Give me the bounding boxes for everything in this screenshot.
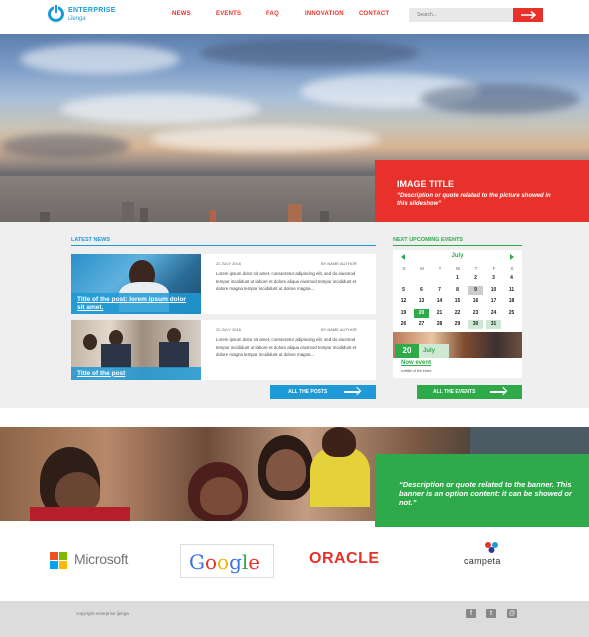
calendar-day[interactable]: 9	[468, 285, 483, 295]
weekday-label: T	[438, 266, 442, 271]
arrow-right-icon	[490, 391, 506, 393]
event-title[interactable]: Now event	[401, 360, 431, 366]
featured-event[interactable]: 20 July Now event subtitle of the event	[393, 332, 522, 378]
calendar-day[interactable]: 17	[486, 297, 501, 306]
post-title[interactable]: Title of the post	[71, 366, 201, 380]
weekday-label: S	[510, 266, 514, 271]
search-button[interactable]	[513, 8, 543, 22]
calendar-day[interactable]: 2	[468, 274, 483, 283]
microsoft-logo[interactable]: Microsoft	[74, 551, 128, 567]
calendar-day[interactable]: 29	[450, 320, 465, 329]
nav-contact[interactable]: CONTACT	[359, 11, 389, 17]
weekday-label: S	[402, 266, 406, 271]
banner-quote: “Description or quote related to the ban…	[399, 480, 572, 507]
calendar-day[interactable]: 5	[396, 286, 411, 295]
weekday-label: W	[455, 266, 461, 271]
calendar-day[interactable]: 18	[504, 297, 519, 306]
calendar-month: July	[451, 253, 464, 259]
weekday-label: F	[492, 266, 496, 271]
nav-innovation[interactable]: INNOVATION	[305, 11, 344, 17]
campeta-icon	[485, 542, 498, 553]
nav-faq[interactable]: FAQ	[266, 11, 279, 17]
post-excerpt: Lorem ipsum dolor sit amet, consectetur …	[216, 337, 357, 357]
calendar-day[interactable]: 12	[396, 297, 411, 306]
calendar-day[interactable]: 7	[432, 286, 447, 295]
all-events-button[interactable]: ALL THE EVENTS	[417, 385, 522, 399]
chevron-right-icon[interactable]	[510, 254, 514, 260]
post-image[interactable]: Title of the post	[71, 320, 201, 380]
arrow-right-icon	[344, 391, 360, 393]
google-logo[interactable]: Google	[180, 544, 274, 578]
oracle-logo[interactable]: ORACLE	[309, 550, 380, 568]
calendar-day[interactable]: 15	[450, 297, 465, 306]
facebook-icon[interactable]: f	[466, 609, 476, 618]
site-header: ENTERPRISE iJenga NEWS EVENTS FAQ INNOVA…	[0, 0, 589, 34]
calendar-day[interactable]: 30	[468, 320, 483, 329]
event-day: 20	[395, 344, 419, 358]
calendar-day[interactable]: 6	[414, 286, 429, 295]
post-date: 22 JULY 2016	[216, 261, 241, 266]
all-events-label: ALL THE EVENTS	[433, 389, 476, 395]
calendar-day[interactable]: 14	[432, 297, 447, 306]
latest-news-heading: LATEST NEWS	[71, 237, 111, 243]
news-post[interactable]: Title of the post: lorem ipsum dolor sit…	[71, 254, 376, 314]
calendar-day[interactable]: 8	[450, 286, 465, 295]
copyright-text: copyright enterprise ijenga	[76, 611, 129, 616]
calendar-day[interactable]: 3	[486, 274, 501, 283]
campeta-logo[interactable]: campeta	[464, 556, 501, 566]
site-footer: copyright enterprise ijenga f t @	[0, 601, 589, 637]
calendar-day[interactable]: 20	[414, 308, 429, 318]
twitter-icon[interactable]: t	[486, 609, 496, 618]
logo-subtext: iJenga	[68, 16, 86, 22]
post-image[interactable]: Title of the post: lorem ipsum dolor sit…	[71, 254, 201, 314]
calendar-day[interactable]: 25	[504, 309, 519, 318]
calendar-day[interactable]: 24	[486, 309, 501, 318]
calendar-day[interactable]: 10	[486, 286, 501, 295]
nav-events[interactable]: EVENTS	[216, 11, 241, 17]
post-date: 22 JULY 2016	[216, 327, 241, 332]
calendar-day[interactable]: 19	[396, 309, 411, 318]
weekday-label: T	[474, 266, 478, 271]
calendar-day[interactable]: 1	[450, 274, 465, 283]
post-author: BY NAME AUTHOR	[321, 261, 357, 266]
calendar-day[interactable]: 11	[504, 286, 519, 295]
banner-caption: “Description or quote related to the ban…	[375, 454, 589, 527]
calendar-day[interactable]: 26	[396, 320, 411, 329]
email-icon[interactable]: @	[507, 609, 517, 618]
city-skyline	[0, 176, 375, 222]
divider	[71, 245, 376, 246]
divider	[393, 245, 522, 246]
calendar-day[interactable]: 22	[450, 309, 465, 318]
calendar-day[interactable]: 28	[432, 320, 447, 329]
event-subtitle: subtitle of the event	[401, 369, 432, 373]
hero-title: IMAGE TITLE	[397, 179, 454, 189]
calendar-day[interactable]: 16	[468, 297, 483, 306]
calendar-day[interactable]: 31	[486, 320, 501, 329]
calendar-day[interactable]: 21	[432, 309, 447, 318]
hero-slideshow[interactable]: IMAGE TITLE “Description or quote relate…	[0, 34, 589, 222]
all-posts-label: ALL THE POSTS	[288, 389, 328, 395]
nav-news[interactable]: NEWS	[172, 11, 191, 17]
post-author: BY NAME AUTHOR	[321, 327, 357, 332]
post-title[interactable]: Title of the post: lorem ipsum dolor sit…	[71, 293, 201, 314]
hero-caption: IMAGE TITLE “Description or quote relate…	[375, 160, 589, 222]
logo[interactable]: ENTERPRISE iJenga	[48, 4, 122, 27]
post-excerpt: Lorem ipsum dolor sit amet, consectetur …	[216, 271, 357, 291]
calendar-day[interactable]: 27	[414, 320, 429, 329]
logo-text: ENTERPRISE	[68, 7, 116, 14]
news-post[interactable]: Title of the post 22 JULY 2016 BY NAME A…	[71, 320, 376, 380]
event-month: July	[419, 344, 449, 358]
microsoft-icon	[50, 552, 67, 569]
calendar-day[interactable]: 23	[468, 309, 483, 318]
hero-quote: “Description or quote related to the pic…	[397, 193, 551, 207]
calendar-day[interactable]: 4	[504, 274, 519, 283]
upcoming-events-heading: NEXT UPCOMING EVENTS	[393, 237, 463, 243]
search-input[interactable]: Search...	[409, 8, 513, 22]
calendar-day[interactable]: 13	[414, 297, 429, 306]
arrow-right-icon	[521, 10, 537, 20]
weekday-label: M	[420, 266, 424, 271]
all-posts-button[interactable]: ALL THE POSTS	[270, 385, 376, 399]
